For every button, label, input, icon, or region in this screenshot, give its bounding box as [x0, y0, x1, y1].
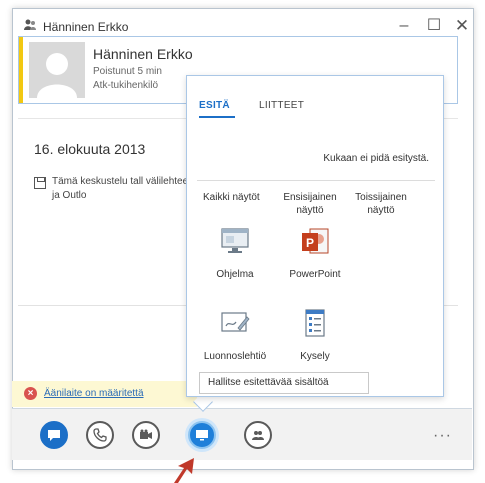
phone-icon	[93, 428, 107, 442]
video-button[interactable]	[132, 421, 160, 449]
window-title: Hänninen Erkko	[43, 20, 129, 34]
conversation-toolbar: ···	[12, 408, 472, 460]
close-button[interactable]: ✕	[451, 15, 473, 37]
poll-list-icon	[305, 309, 325, 337]
present-program-button[interactable]: Ohjelma	[195, 224, 275, 280]
svg-text:P: P	[306, 236, 314, 250]
people-icon	[252, 431, 264, 440]
whiteboard-label: Luonnoslehtiö	[203, 351, 267, 362]
presence-stripe	[19, 37, 23, 103]
present-whiteboard-button[interactable]: Luonnoslehtiö	[195, 306, 275, 362]
primary-monitor-option[interactable]: Ensisijainen näyttö	[283, 191, 337, 217]
im-button[interactable]	[40, 421, 68, 449]
video-camera-icon	[140, 429, 152, 439]
audio-device-link[interactable]: Äänilaite on määritettä	[44, 388, 144, 399]
person-silhouette-icon	[37, 53, 77, 98]
no-presenter-message: Kukaan ei pidä esitystä.	[323, 153, 429, 164]
participants-button[interactable]	[244, 421, 272, 449]
contact-role: Atk-tukihenkilö	[93, 80, 159, 91]
error-icon: ×	[24, 387, 37, 400]
more-options-button[interactable]: ···	[433, 427, 452, 445]
present-menu: ESITÄ LIITTEET Kukaan ei pidä esitystä. …	[186, 75, 444, 397]
contact-status: Poistunut 5 min	[93, 66, 162, 77]
active-tab-indicator	[199, 116, 235, 118]
all-monitors-option[interactable]: Kaikki näytöt	[203, 191, 260, 204]
avatar	[29, 42, 85, 98]
powerpoint-label: PowerPoint	[289, 269, 341, 280]
arrow-pointer-icon	[174, 458, 194, 483]
conversation-date: 16. elokuuta 2013	[34, 141, 146, 157]
present-poll-button[interactable]: Kysely	[275, 306, 355, 362]
program-window-icon	[221, 228, 249, 253]
manage-content-button[interactable]: Hallitse esitettävää sisältöä	[199, 372, 369, 394]
minimize-button[interactable]: –	[393, 15, 415, 37]
contact-name: Hänninen Erkko	[93, 46, 193, 62]
chat-bubble-icon	[48, 430, 60, 441]
tab-present[interactable]: ESITÄ	[199, 100, 230, 111]
tab-attachments[interactable]: LIITTEET	[259, 100, 304, 111]
call-button[interactable]	[86, 421, 114, 449]
program-label: Ohjelma	[216, 269, 254, 280]
present-button[interactable]	[188, 421, 216, 449]
save-icon	[34, 177, 46, 189]
save-note: Tämä keskustelu tall välilehteen ja Outl…	[52, 176, 194, 201]
maximize-button[interactable]: ☐	[423, 15, 445, 37]
whiteboard-icon	[221, 312, 250, 332]
notification-bar: × Äänilaite on määritettä	[12, 381, 197, 407]
present-powerpoint-button[interactable]: P PowerPoint	[275, 224, 355, 280]
powerpoint-icon: P	[302, 228, 329, 254]
poll-label: Kysely	[300, 351, 330, 362]
monitor-icon	[196, 430, 208, 441]
divider	[197, 180, 435, 181]
secondary-monitor-option[interactable]: Toissijainen näyttö	[343, 191, 419, 217]
contacts-icon	[24, 19, 36, 30]
